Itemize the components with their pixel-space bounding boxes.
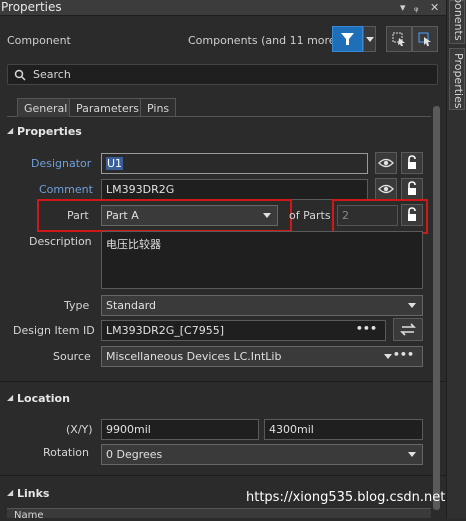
components-count: Components (and 11 more) [188,34,340,47]
collapse-location-icon[interactable]: ◢ [7,393,13,402]
filter-button[interactable] [332,26,363,52]
of-parts-field: 2 [337,205,398,226]
links-name-header[interactable]: Name [14,510,44,521]
rotation-value: 0 Degrees [106,448,163,461]
part-label: Part [67,209,89,222]
description-label: Description [29,235,92,248]
x-field[interactable]: 9900mil [101,419,259,440]
panel-menu-icon[interactable]: ▾ [400,1,406,14]
collapse-links-icon[interactable]: ◢ [7,488,13,497]
section-divider [0,381,446,382]
pin-icon[interactable]: ᵩ [414,1,419,14]
comment-visibility-button[interactable] [375,178,397,200]
swap-icon [400,323,416,336]
part-value: Part A [106,209,139,222]
tab-general[interactable]: General [17,98,75,117]
side-tab-strip: Components Properties [446,0,466,518]
more-options-icon[interactable]: ••• [393,348,414,361]
source-label: Source [53,350,91,363]
more-options-icon[interactable]: ••• [356,322,377,335]
of-parts-label: of Parts [289,209,331,222]
search-icon [14,69,26,81]
tab-pins[interactable]: Pins [140,98,177,117]
description-field[interactable]: 电压比较器 [101,231,423,289]
scrollbar-thumb[interactable] [433,106,440,510]
section-links-title: Links [17,487,50,500]
watermark: https://xiong535.blog.csdn.net [246,490,446,505]
filter-dropdown-button[interactable] [363,26,376,52]
close-icon[interactable]: ✕ [430,1,439,14]
designator-value: U1 [106,157,124,170]
design-item-label: Design Item ID [13,324,95,337]
chevron-down-icon [408,303,416,308]
chevron-down-icon [263,213,271,218]
eye-icon [378,184,394,194]
rotation-label: Rotation [43,446,90,459]
select-mask-button[interactable] [386,26,412,52]
search-input[interactable]: Search [7,64,438,85]
comment-lock-button[interactable] [401,178,423,200]
rotation-select[interactable]: 0 Degrees [101,444,423,465]
side-tab-components[interactable]: Components [449,0,465,44]
swap-design-item-button[interactable] [393,318,423,341]
designator-visibility-button[interactable] [375,152,397,174]
y-field[interactable]: 4300mil [264,419,423,440]
designator-lock-button[interactable] [401,152,423,174]
source-select[interactable]: Miscellaneous Devices LC.IntLib ••• [101,346,423,367]
component-label: Component [7,34,71,47]
designator-field[interactable]: U1 [101,153,368,174]
lock-icon [408,155,416,169]
design-item-value: LM393DR2G_[C7955] [106,324,225,337]
designator-label: Designator [31,157,92,170]
comment-field[interactable]: LM393DR2G [101,179,368,200]
type-label: Type [64,299,90,312]
cursor-icon [418,32,431,46]
lock-icon [408,207,416,221]
cursor-mode-button[interactable] [412,26,438,52]
design-item-field[interactable]: LM393DR2G_[C7955] ••• [101,320,386,341]
type-select[interactable]: Standard [101,295,423,316]
section-location-title: Location [17,392,70,405]
panel-title: Properties [1,0,62,14]
chevron-down-icon [366,37,374,42]
part-select[interactable]: Part A [101,205,278,226]
tab-parameters[interactable]: Parameters [69,98,146,117]
filter-icon [341,33,354,45]
side-tab-properties-label: Properties [452,53,465,109]
side-tab-components-label: Components [452,0,465,41]
chevron-down-icon [408,452,416,457]
type-value: Standard [106,299,157,312]
part-lock-button[interactable] [401,204,423,226]
panel-titlebar: Properties ▾ ᵩ ✕ [0,0,446,16]
source-value: Miscellaneous Devices LC.IntLib [106,350,282,363]
lock-icon [408,181,416,195]
side-tab-properties[interactable]: Properties [449,48,465,110]
select-icon [392,32,405,46]
comment-label: Comment [39,183,93,196]
section-divider [0,475,446,476]
eye-icon [378,158,394,168]
panel-scrollbar[interactable] [433,100,440,510]
section-properties-title: Properties [17,125,82,138]
xy-label: (X/Y) [66,423,93,436]
collapse-properties-icon[interactable]: ◢ [7,126,13,135]
search-placeholder: Search [33,68,71,81]
links-table-header: Name [7,508,431,521]
chevron-down-icon [384,354,392,359]
